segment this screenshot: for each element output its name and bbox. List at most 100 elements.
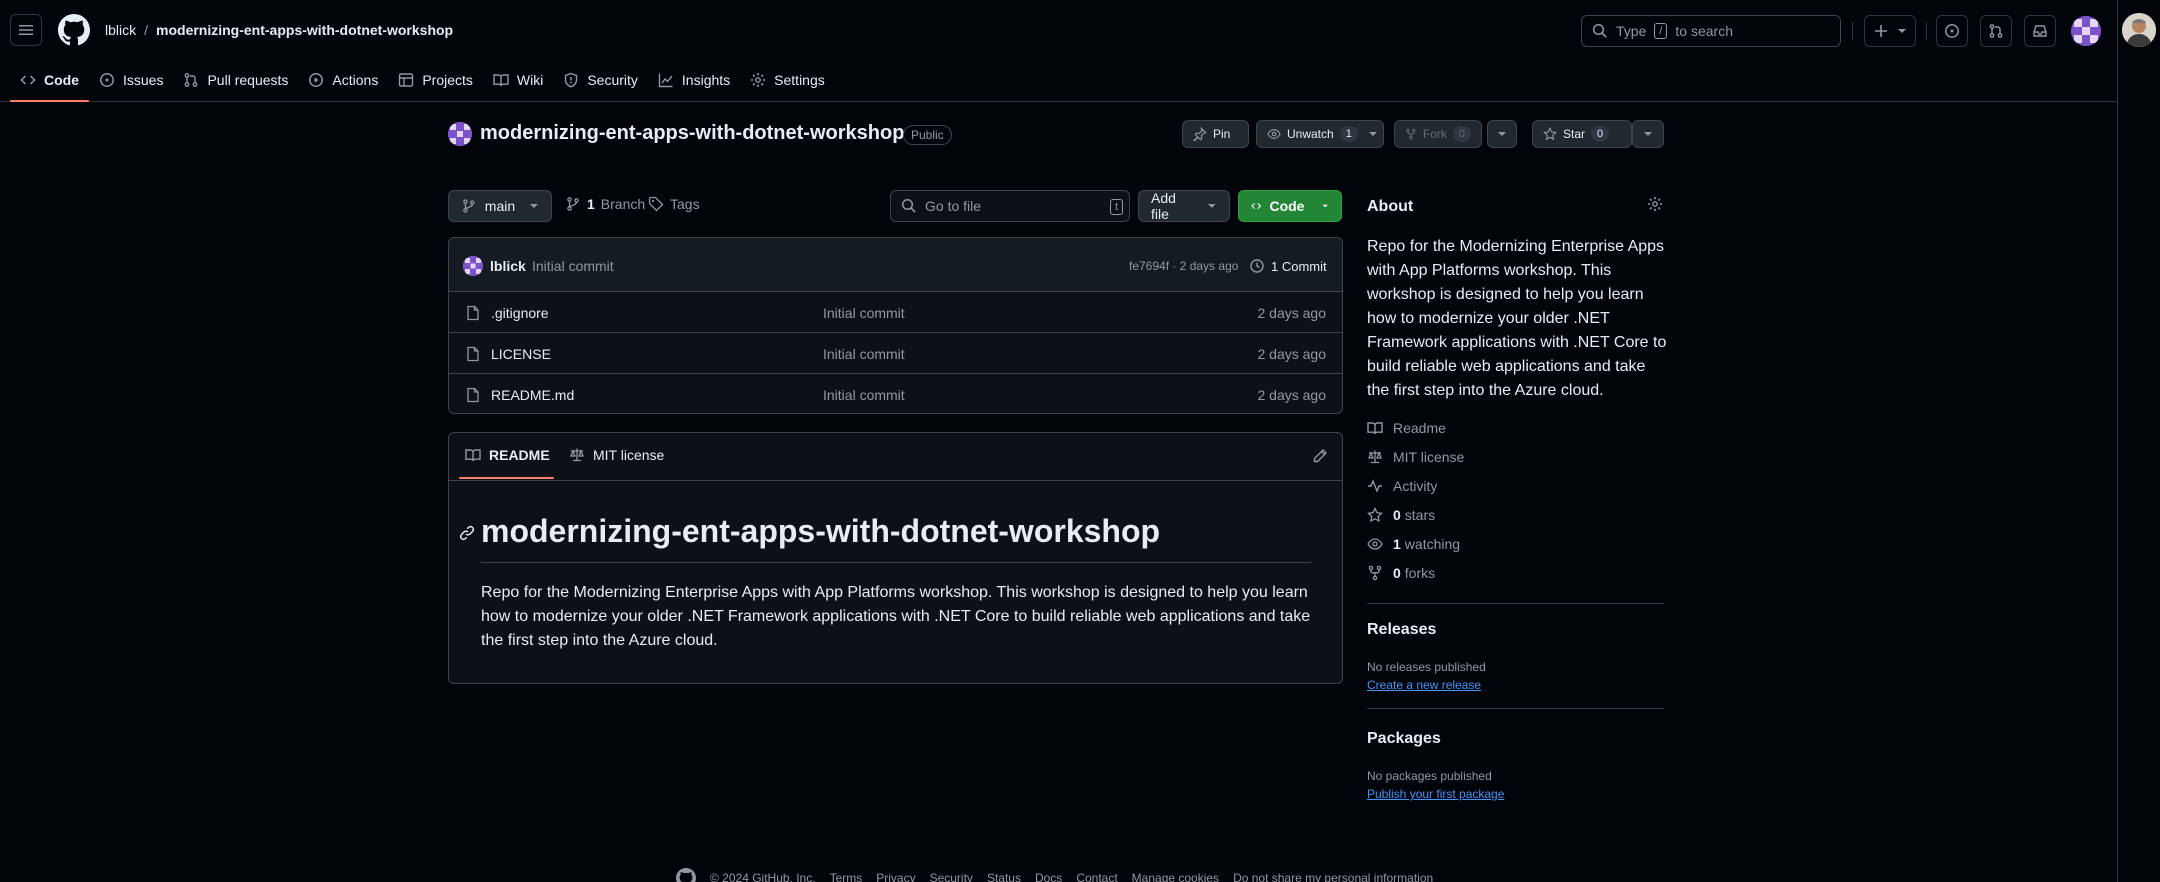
- search-input[interactable]: Type / to search: [1581, 15, 1841, 47]
- license-link[interactable]: MIT license: [1367, 449, 1464, 465]
- pull-requests-button[interactable]: [1980, 15, 2012, 47]
- pin-icon: [1193, 127, 1207, 141]
- readme-body: Repo for the Modernizing Enterprise Apps…: [481, 584, 1311, 649]
- file-icon: [467, 346, 479, 362]
- star-button[interactable]: Star 0: [1532, 120, 1632, 148]
- caret-down-icon: [1498, 132, 1506, 136]
- inbox-button[interactable]: [2024, 15, 2056, 47]
- file-commit-message[interactable]: Initial commit: [823, 387, 905, 403]
- tab-issues[interactable]: Issues: [89, 62, 173, 98]
- file-row[interactable]: README.md Initial commit 2 days ago: [449, 374, 1342, 413]
- file-row[interactable]: LICENSE Initial commit 2 days ago: [449, 333, 1342, 374]
- footer-link-cookies[interactable]: Manage cookies: [1132, 871, 1219, 882]
- file-icon: [467, 305, 479, 321]
- watching-label: watching: [1404, 536, 1461, 552]
- footer-link-status[interactable]: Status: [987, 871, 1021, 882]
- forks-link[interactable]: 0 forks: [1367, 565, 1435, 581]
- fork-icon: [1406, 128, 1416, 140]
- commit-author[interactable]: lblick: [490, 258, 526, 274]
- footer-link-docs[interactable]: Docs: [1035, 871, 1062, 882]
- profile-photo-avatar[interactable]: [2122, 13, 2156, 47]
- issues-button[interactable]: [1936, 15, 1968, 47]
- github-logo-icon[interactable]: [676, 868, 696, 882]
- tab-projects[interactable]: Projects: [388, 62, 483, 98]
- breadcrumb-owner-link[interactable]: lblick: [105, 22, 136, 38]
- tab-label: Settings: [774, 72, 825, 88]
- releases-title[interactable]: Releases: [1367, 621, 1436, 639]
- footer-link-security[interactable]: Security: [930, 871, 973, 882]
- footer-link-do-not-share[interactable]: Do not share my personal information: [1233, 871, 1433, 882]
- watching-count: 1: [1393, 536, 1401, 552]
- unwatch-button[interactable]: Unwatch 1: [1256, 120, 1384, 148]
- github-logo-icon[interactable]: [58, 14, 90, 46]
- branch-count: 1: [587, 196, 595, 212]
- pencil-icon[interactable]: [1312, 448, 1328, 464]
- branches-link[interactable]: 1 Branch: [565, 196, 645, 212]
- watching-link[interactable]: 1 watching: [1367, 536, 1460, 552]
- create-release-link[interactable]: Create a new release: [1367, 678, 1481, 692]
- tab-security[interactable]: Security: [553, 62, 648, 98]
- gear-icon: [751, 73, 766, 87]
- pulse-icon: [1368, 479, 1382, 493]
- tab-insights[interactable]: Insights: [648, 62, 740, 98]
- add-file-label: Add file: [1151, 190, 1176, 222]
- gear-icon[interactable]: [1647, 196, 1663, 212]
- tab-settings[interactable]: Settings: [740, 62, 835, 98]
- file-icon: [467, 387, 479, 403]
- commits-link[interactable]: 1 Commit: [1249, 258, 1327, 274]
- tags-link[interactable]: Tags: [648, 196, 700, 212]
- readme-link-label: Readme: [1393, 420, 1446, 436]
- breadcrumb-repo-link[interactable]: modernizing-ent-apps-with-dotnet-worksho…: [156, 22, 453, 38]
- anchor-link-icon[interactable]: [459, 525, 475, 541]
- tab-label: Wiki: [516, 72, 544, 88]
- commit-message[interactable]: Initial commit: [532, 258, 614, 274]
- tab-actions[interactable]: Actions: [298, 62, 388, 98]
- file-date: 2 days ago: [1257, 305, 1327, 321]
- commit-author-avatar: [463, 256, 483, 276]
- file-row[interactable]: .gitignore Initial commit 2 days ago: [449, 292, 1342, 333]
- tab-readme[interactable]: README: [465, 447, 550, 463]
- add-file-button[interactable]: Add file: [1138, 190, 1230, 222]
- file-commit-message[interactable]: Initial commit: [823, 346, 905, 362]
- visibility-badge: Public: [903, 125, 952, 145]
- header-divider: [1852, 22, 1853, 40]
- file-name[interactable]: .gitignore: [491, 305, 549, 321]
- star-dropdown-button[interactable]: [1632, 120, 1664, 148]
- play-icon: [309, 73, 324, 87]
- fork-button[interactable]: Fork 0: [1394, 120, 1482, 148]
- code-button[interactable]: Code: [1238, 190, 1342, 222]
- readme-link[interactable]: Readme: [1367, 420, 1446, 436]
- stars-link[interactable]: 0 stars: [1367, 507, 1435, 523]
- pin-button[interactable]: Pin: [1182, 120, 1249, 148]
- footer-link-privacy[interactable]: Privacy: [876, 871, 915, 882]
- file-name[interactable]: LICENSE: [491, 346, 551, 362]
- book-icon: [465, 449, 481, 462]
- tab-wiki[interactable]: Wiki: [483, 62, 553, 98]
- footer-link-terms[interactable]: Terms: [830, 871, 863, 882]
- tab-pull-requests[interactable]: Pull requests: [173, 62, 298, 98]
- tab-code[interactable]: Code: [10, 62, 89, 102]
- book-icon: [1367, 422, 1383, 435]
- activity-link[interactable]: Activity: [1367, 478, 1437, 494]
- branch-select-button[interactable]: main: [448, 190, 552, 222]
- plus-icon: [1875, 25, 1887, 37]
- readme-heading: modernizing-ent-apps-with-dotnet-worksho…: [481, 513, 1161, 549]
- commit-sha-time[interactable]: fe7694f · 2 days ago: [1129, 259, 1238, 273]
- publish-package-link[interactable]: Publish your first package: [1367, 787, 1504, 801]
- readme-box: README MIT license modernizing-ent-apps-…: [448, 432, 1343, 684]
- file-name[interactable]: README.md: [491, 387, 574, 403]
- repo-title[interactable]: modernizing-ent-apps-with-dotnet-worksho…: [480, 122, 904, 145]
- go-to-file-input[interactable]: Go to file t: [890, 190, 1130, 222]
- latest-commit-bar: lblick Initial commit fe7694f · 2 days a…: [449, 238, 1342, 292]
- file-commit-message[interactable]: Initial commit: [823, 305, 905, 321]
- create-new-button[interactable]: [1864, 15, 1916, 47]
- watch-count: 1: [1339, 126, 1358, 142]
- book-icon: [493, 74, 509, 87]
- footer-link-contact[interactable]: Contact: [1076, 871, 1117, 882]
- fork-dropdown-button[interactable]: [1487, 120, 1517, 148]
- user-avatar[interactable]: [2071, 16, 2101, 46]
- eye-icon: [1367, 538, 1383, 550]
- tab-license[interactable]: MIT license: [569, 447, 664, 463]
- menu-button[interactable]: [10, 14, 42, 46]
- packages-title[interactable]: Packages: [1367, 730, 1441, 748]
